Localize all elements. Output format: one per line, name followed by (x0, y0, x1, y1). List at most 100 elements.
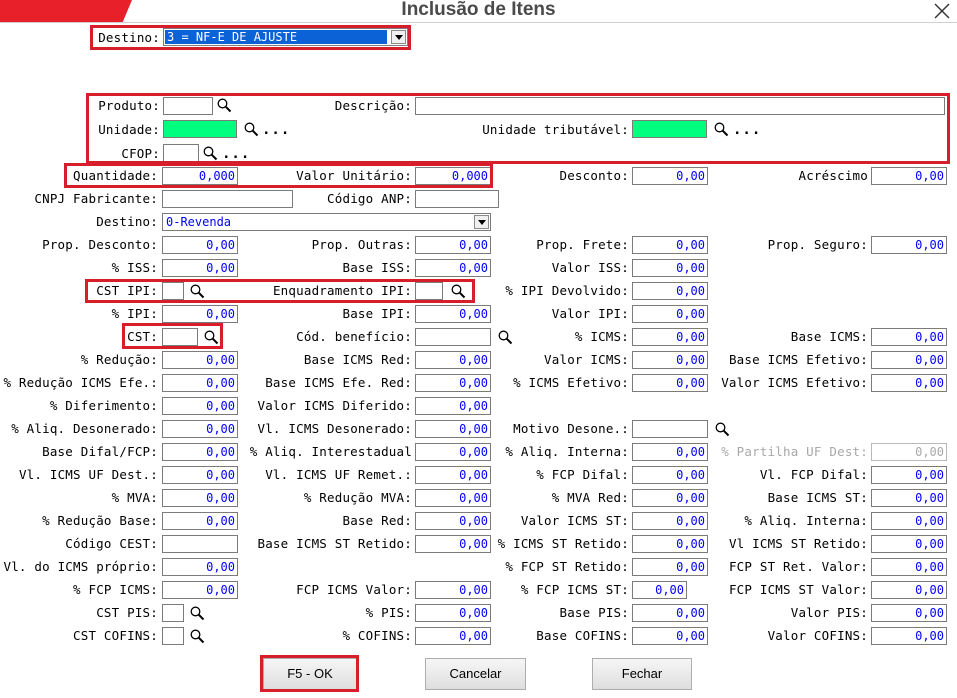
motivo-desone-search-icon[interactable] (714, 421, 730, 437)
cst-ipi-search-icon[interactable] (189, 283, 205, 299)
pct-fcp-difal-input[interactable]: 0,00 (632, 466, 708, 484)
valor-unitario-input[interactable]: 0,000 (415, 167, 491, 185)
unidade-trib-input[interactable] (632, 120, 707, 138)
vl-icms-uf-remet-input[interactable]: 0,00 (415, 466, 491, 484)
base-icms-st-input[interactable]: 0,00 (871, 489, 947, 507)
produto-search-icon[interactable] (216, 97, 232, 113)
close-button[interactable]: Fechar (592, 658, 692, 690)
codigo-cest-input[interactable] (162, 535, 238, 553)
cfop-input[interactable] (163, 144, 199, 162)
cst-ipi-input[interactable] (162, 282, 184, 300)
pct-reducao-input[interactable]: 0,00 (162, 351, 238, 369)
pct-mva-input[interactable]: 0,00 (162, 489, 238, 507)
unidade-search-icon[interactable] (243, 121, 259, 137)
vl-icms-desonerado-input[interactable]: 0,00 (415, 420, 491, 438)
base-red-input[interactable]: 0,00 (415, 512, 491, 530)
valor-ipi-input[interactable]: 0,00 (632, 305, 708, 323)
pct-icms-efetivo-input[interactable]: 0,00 (632, 374, 708, 392)
valor-icms-diferido-input[interactable]: 0,00 (415, 397, 491, 415)
cfop-more-button[interactable]: ... (222, 146, 250, 162)
vl-fcp-difal-input[interactable]: 0,00 (871, 466, 947, 484)
pct-mva-red-input[interactable]: 0,00 (632, 489, 708, 507)
pct-fcp-icms-input[interactable]: 0,00 (162, 581, 238, 599)
unidade-trib-more-button[interactable]: ... (733, 122, 761, 138)
prop-frete-input[interactable]: 0,00 (632, 236, 708, 254)
cnpj-fabricante-input[interactable] (162, 190, 293, 208)
valor-icms-st-input[interactable]: 0,00 (632, 512, 708, 530)
pct-diferimento-input[interactable]: 0,00 (162, 397, 238, 415)
pct-aliq-interna-input[interactable]: 0,00 (632, 443, 708, 461)
pct-cofins-input[interactable]: 0,00 (415, 627, 491, 645)
quantidade-input[interactable]: 0,000 (162, 167, 238, 185)
fcp-icms-valor-input[interactable]: 0,00 (415, 581, 491, 599)
pct-fcp-st-retido-input[interactable]: 0,00 (632, 558, 708, 576)
pct-pis-input[interactable]: 0,00 (415, 604, 491, 622)
base-iss-input[interactable]: 0,00 (415, 259, 491, 277)
descricao-input[interactable] (415, 97, 945, 115)
base-icms-red-input[interactable]: 0,00 (415, 351, 491, 369)
pct-reducao-mva-input[interactable]: 0,00 (415, 489, 491, 507)
pct-ipi-input[interactable]: 0,00 (162, 305, 238, 323)
pct-aliq-interestadual-input[interactable]: 0,00 (415, 443, 491, 461)
pct-aliq-interna-st-input[interactable]: 0,00 (871, 512, 947, 530)
pct-reducao-base-input[interactable]: 0,00 (162, 512, 238, 530)
acrescimo-input[interactable]: 0,00 (871, 167, 947, 185)
ok-button[interactable]: F5 - OK (263, 658, 357, 690)
pct-icms-input[interactable]: 0,00 (632, 328, 708, 346)
base-icms-efetivo-input[interactable]: 0,00 (871, 351, 947, 369)
valor-cofins-input[interactable]: 0,00 (871, 627, 947, 645)
produto-input[interactable] (163, 97, 213, 115)
pct-iss-input[interactable]: 0,00 (162, 259, 238, 277)
cst-pis-search-icon[interactable] (189, 605, 205, 621)
chevron-down-icon[interactable] (391, 30, 406, 44)
unidade-trib-search-icon[interactable] (713, 121, 729, 137)
cst-cofins-search-icon[interactable] (189, 628, 205, 644)
base-icms-efe-red-input[interactable]: 0,00 (415, 374, 491, 392)
vl-icms-st-retido-input[interactable]: 0,00 (871, 535, 947, 553)
cod-beneficio-search-icon[interactable] (497, 329, 513, 345)
pct-reducao-icms-efe-input[interactable]: 0,00 (162, 374, 238, 392)
valor-icms-efetivo-input[interactable]: 0,00 (871, 374, 947, 392)
desconto-input[interactable]: 0,00 (632, 167, 708, 185)
cod-beneficio-input[interactable] (415, 328, 491, 346)
cfop-search-icon[interactable] (202, 145, 218, 161)
prop-outras-input[interactable]: 0,00 (415, 236, 491, 254)
destino2-select[interactable]: 0-Revenda (162, 213, 491, 231)
unidade-input[interactable] (163, 120, 237, 138)
cancel-button[interactable]: Cancelar (425, 658, 526, 690)
pct-aliq-desonerado-input[interactable]: 0,00 (162, 420, 238, 438)
close-icon[interactable] (927, 0, 957, 22)
cst-cofins-input[interactable] (162, 627, 184, 645)
pct-diferimento-label: % Diferimento: (49, 398, 158, 413)
chevron-down-icon[interactable] (474, 215, 489, 229)
pct-fcp-icms-st-input[interactable]: 0,00 (632, 581, 687, 599)
unidade-more-button[interactable]: ... (262, 122, 290, 138)
fcp-st-ret-valor-input[interactable]: 0,00 (871, 558, 947, 576)
base-icms-st-retido-input[interactable]: 0,00 (415, 535, 491, 553)
enquadramento-ipi-search-icon[interactable] (450, 283, 466, 299)
valor-icms-efetivo-label: Valor ICMS Efetivo: (721, 375, 868, 390)
fcp-icms-st-valor-input[interactable]: 0,00 (871, 581, 947, 599)
codigo-anp-input[interactable] (415, 190, 499, 208)
cst-input[interactable] (162, 328, 198, 346)
pct-icms-st-retido-input[interactable]: 0,00 (632, 535, 708, 553)
base-cofins-input[interactable]: 0,00 (632, 627, 708, 645)
destino-top-select[interactable]: 3 = NF-E DE AJUSTE (163, 28, 408, 46)
motivo-desone-input[interactable] (632, 420, 708, 438)
cst-pis-input[interactable] (162, 604, 184, 622)
prop-desconto-input[interactable]: 0,00 (162, 236, 238, 254)
cst-pis-label: CST PIS: (96, 605, 158, 620)
enquadramento-ipi-input[interactable] (415, 282, 443, 300)
vl-icms-proprio-input[interactable]: 0,00 (162, 558, 238, 576)
cst-search-icon[interactable] (203, 329, 219, 345)
pct-ipi-devolvido-input[interactable]: 0,00 (632, 282, 708, 300)
vl-icms-uf-dest-input[interactable]: 0,00 (162, 466, 238, 484)
valor-icms-input[interactable]: 0,00 (632, 351, 708, 369)
base-pis-input[interactable]: 0,00 (632, 604, 708, 622)
valor-pis-input[interactable]: 0,00 (871, 604, 947, 622)
valor-iss-input[interactable]: 0,00 (632, 259, 708, 277)
base-icms-input[interactable]: 0,00 (871, 328, 947, 346)
base-ipi-input[interactable]: 0,00 (415, 305, 491, 323)
prop-seguro-input[interactable]: 0,00 (871, 236, 947, 254)
base-difal-fcp-input[interactable]: 0,00 (162, 443, 238, 461)
